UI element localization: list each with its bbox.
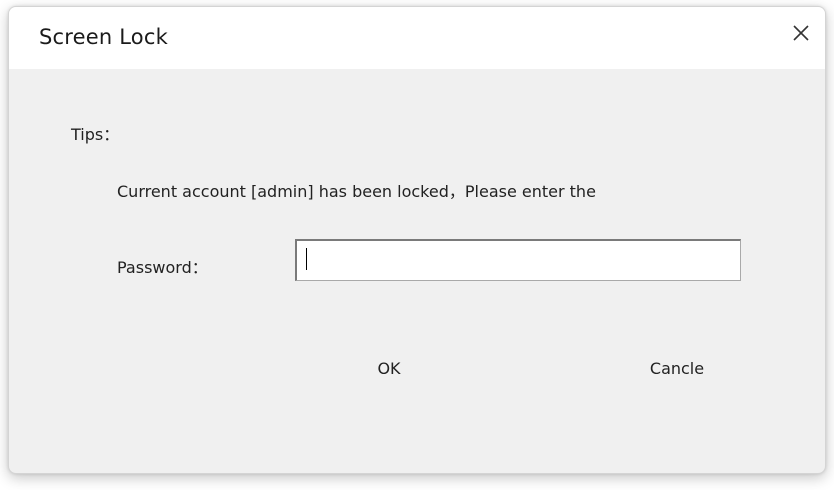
password-input[interactable] bbox=[295, 239, 741, 281]
text-caret bbox=[306, 248, 307, 270]
ok-button[interactable]: OK bbox=[357, 353, 421, 383]
dialog-title: Screen Lock bbox=[39, 25, 168, 49]
dialog-titlebar: Screen Lock bbox=[9, 7, 825, 69]
lock-message: Current account [admin] has been locked，… bbox=[117, 182, 596, 201]
screen-lock-dialog: Screen Lock Tips： Current account [admin… bbox=[8, 6, 826, 474]
cancel-button[interactable]: Cancle bbox=[637, 353, 717, 383]
close-icon bbox=[793, 25, 809, 41]
close-button[interactable] bbox=[785, 17, 817, 49]
password-label: Password： bbox=[117, 258, 208, 277]
tips-label: Tips： bbox=[71, 125, 120, 144]
